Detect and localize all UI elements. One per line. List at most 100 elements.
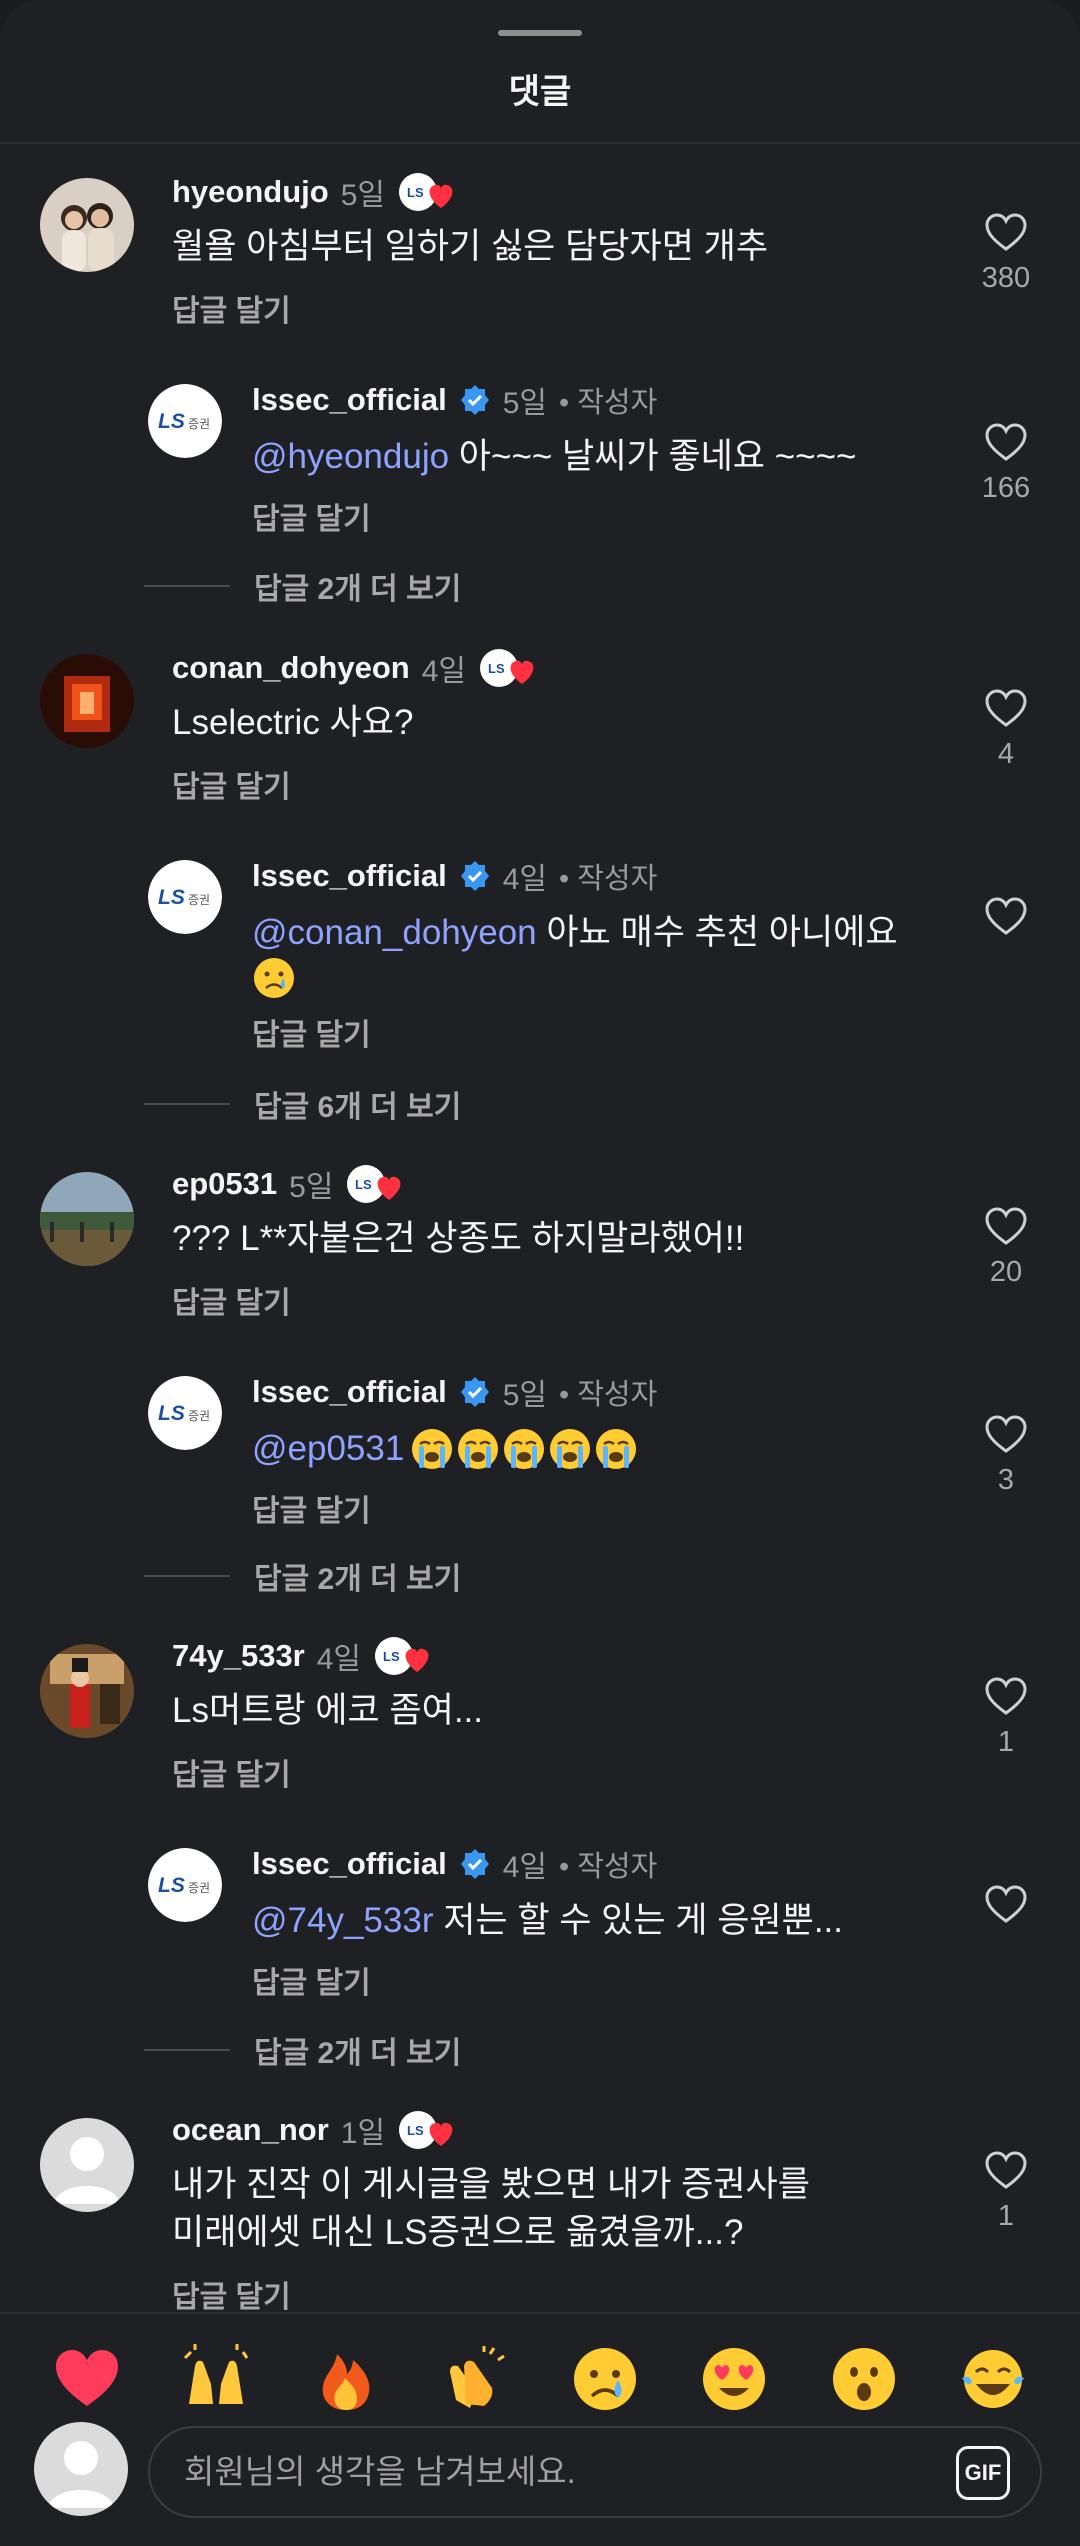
comment-text: Lselectric 사요? xyxy=(172,703,414,742)
gif-button[interactable]: GIF xyxy=(956,2446,1010,2500)
heart-icon xyxy=(985,423,1027,461)
reply-button[interactable]: 답글 달기 xyxy=(172,1750,291,1794)
verified-badge-icon xyxy=(459,860,491,892)
comment-time: 5일 xyxy=(289,1171,334,1204)
avatar[interactable]: LS 증권 xyxy=(148,384,222,458)
reply-button[interactable]: 답글 달기 xyxy=(172,2272,291,2316)
reply-text: @hyeondujo 아~~~ 날씨가 좋네요 ~~~~ xyxy=(252,437,857,476)
like-button[interactable]: 166 xyxy=(966,422,1046,505)
reply-time: 4일 xyxy=(502,863,548,896)
crying-face-icon xyxy=(252,956,296,1000)
reaction-heart-eyes[interactable] xyxy=(691,2336,777,2422)
reply-time: 5일 xyxy=(502,387,548,420)
like-button[interactable]: 20 xyxy=(966,1206,1046,1289)
reply-button[interactable]: 답글 달기 xyxy=(172,1278,291,1322)
mention-link[interactable]: @ep0531 xyxy=(252,1426,404,1472)
loudly-crying-face-icon xyxy=(550,1429,591,1469)
clapping-hands-icon xyxy=(450,2346,506,2408)
comment-time: 4일 xyxy=(316,1643,362,1676)
reply-button[interactable]: 답글 달기 xyxy=(252,1010,371,1054)
reaction-fire[interactable] xyxy=(303,2336,389,2422)
like-count: 380 xyxy=(981,262,1031,294)
avatar[interactable] xyxy=(40,178,134,272)
verified-badge-icon xyxy=(459,384,491,416)
view-more-replies[interactable]: 답글 2개 더 보기 xyxy=(144,2030,461,2070)
like-button[interactable] xyxy=(966,1884,1046,1934)
svg-text:LS: LS xyxy=(158,886,185,909)
reply-button[interactable]: 답글 달기 xyxy=(172,762,291,806)
username[interactable]: lssec_official xyxy=(252,1374,447,1410)
reaction-raised-hands[interactable] xyxy=(173,2336,259,2422)
divider xyxy=(0,142,1080,144)
reply-button[interactable]: 답글 달기 xyxy=(172,286,291,330)
heart-icon xyxy=(985,2151,1027,2189)
like-button[interactable]: 1 xyxy=(966,2150,1046,2233)
like-button[interactable]: 3 xyxy=(966,1414,1046,1497)
comment-input[interactable] xyxy=(184,2453,884,2491)
username[interactable]: hyeondujo xyxy=(172,174,329,210)
avatar[interactable]: LS 증권 xyxy=(148,1848,222,1922)
svg-text:LS: LS xyxy=(158,1402,185,1425)
comment-meta: 74y_533r 4일 LS xyxy=(172,1636,439,1676)
mention-link[interactable]: @hyeondujo xyxy=(252,437,449,476)
reaction-surprised-face[interactable] xyxy=(821,2336,907,2422)
drag-handle[interactable] xyxy=(498,30,582,36)
avatar[interactable]: LS 증권 xyxy=(148,860,222,934)
svg-text:LS: LS xyxy=(355,1177,372,1192)
avatar[interactable] xyxy=(40,1644,134,1738)
creator-liked-icon: LS xyxy=(345,1163,411,1205)
comment-text: ??? L**자붙은건 상종도 하지말라했어!! xyxy=(172,1219,745,1258)
author-tag: • 작성자 xyxy=(559,863,658,895)
comment-meta: conan_dohyeon 4일 LS xyxy=(172,648,544,688)
reaction-tears-of-joy[interactable] xyxy=(950,2336,1036,2422)
reply-button[interactable]: 답글 달기 xyxy=(252,494,371,538)
avatar[interactable]: LS 증권 xyxy=(148,1376,222,1450)
reaction-clapping-hands[interactable] xyxy=(432,2336,518,2422)
svg-text:증권: 증권 xyxy=(188,1409,210,1423)
composer-area: GIF xyxy=(0,2312,1080,2546)
avatar[interactable] xyxy=(40,1172,134,1266)
reply-meta: lssec_official 4일 • 작성자 xyxy=(252,856,657,896)
username[interactable]: lssec_official xyxy=(252,382,447,418)
like-button[interactable] xyxy=(966,896,1046,946)
username[interactable]: lssec_official xyxy=(252,858,447,894)
avatar[interactable] xyxy=(40,654,134,748)
mention-link[interactable]: @conan_dohyeon xyxy=(252,913,537,952)
reply-text: @conan_dohyeon 아뇨 매수 추천 아니에요 xyxy=(252,913,898,952)
view-more-replies[interactable]: 답글 2개 더 보기 xyxy=(144,1556,461,1596)
svg-text:LS: LS xyxy=(383,1649,400,1664)
loudly-crying-face-icon xyxy=(596,1429,637,1469)
reply-button[interactable]: 답글 달기 xyxy=(252,1958,371,2002)
crying-face-icon xyxy=(573,2348,636,2410)
heart-icon xyxy=(985,1885,1027,1923)
reaction-crying-face[interactable] xyxy=(562,2336,648,2422)
username[interactable]: 74y_533r xyxy=(172,1638,305,1674)
username[interactable]: lssec_official xyxy=(252,1846,447,1882)
username[interactable]: ep0531 xyxy=(172,1166,277,1202)
like-button[interactable]: 1 xyxy=(966,1676,1046,1759)
comment-meta: ocean_nor 1일 LS xyxy=(172,2110,463,2150)
svg-text:LS: LS xyxy=(488,661,505,676)
fire-icon xyxy=(322,2354,370,2410)
reply-time: 4일 xyxy=(502,1851,548,1884)
like-button[interactable]: 4 xyxy=(966,688,1046,771)
current-user-avatar[interactable] xyxy=(34,2422,128,2516)
view-more-replies[interactable]: 답글 6개 더 보기 xyxy=(144,1084,461,1124)
like-count: 3 xyxy=(997,1464,1015,1496)
view-more-replies[interactable]: 답글 2개 더 보기 xyxy=(144,566,461,606)
reaction-heart[interactable] xyxy=(44,2336,130,2422)
like-button[interactable]: 380 xyxy=(966,212,1046,295)
avatar[interactable] xyxy=(40,2118,134,2212)
divider xyxy=(144,1575,230,1577)
tears-of-joy-icon xyxy=(962,2350,1025,2408)
comment-text: Ls머트랑 에코 좀여... xyxy=(172,1691,483,1730)
surprised-face-icon xyxy=(832,2348,895,2410)
comment-time: 5일 xyxy=(340,179,386,212)
comment-time: 1일 xyxy=(340,2117,386,2150)
divider xyxy=(144,585,230,587)
username[interactable]: conan_dohyeon xyxy=(172,650,410,686)
svg-text:LS: LS xyxy=(158,1874,185,1897)
reply-button[interactable]: 답글 달기 xyxy=(252,1486,371,1530)
username[interactable]: ocean_nor xyxy=(172,2112,329,2148)
mention-link[interactable]: @74y_533r xyxy=(252,1901,433,1940)
